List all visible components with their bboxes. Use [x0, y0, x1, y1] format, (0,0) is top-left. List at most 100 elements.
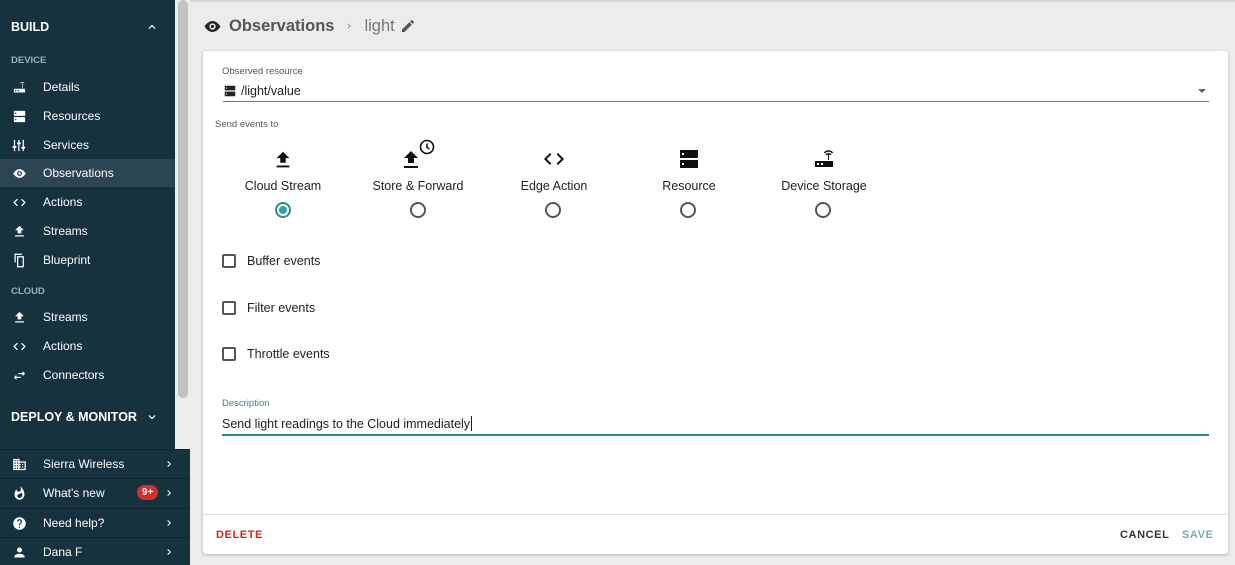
upload-icon: [11, 309, 27, 325]
filter-events-checkbox[interactable]: [222, 301, 236, 315]
sidebar-scrollbar-thumb[interactable]: [178, 0, 188, 398]
sidebar-item-label: Sierra Wireless: [43, 457, 125, 471]
deploy-section-label: DEPLOY & MONITOR: [11, 410, 137, 424]
sidebar-item-label: Streams: [43, 310, 88, 324]
description-value: Send light readings to the Cloud immedia…: [222, 416, 471, 431]
sidebar-item-details[interactable]: Details: [0, 73, 175, 101]
chevron-up-icon: [148, 24, 156, 29]
sidebar-item-services[interactable]: Services: [0, 131, 175, 159]
radio-store-forward[interactable]: [410, 202, 426, 218]
observed-resource-label: Observed resource: [222, 66, 303, 77]
device-group-label: DEVICE: [11, 55, 47, 66]
chevron-right-icon: [167, 490, 171, 496]
chevron-down-icon: [148, 415, 156, 420]
person-icon: [11, 544, 27, 560]
build-section-header[interactable]: BUILD: [0, 12, 175, 42]
code-icon: [11, 194, 27, 210]
breadcrumb-item: light: [364, 16, 395, 35]
building-icon: [11, 456, 27, 472]
destination-label: Device Storage: [781, 179, 867, 193]
observed-resource-value: /light/value: [241, 84, 301, 98]
router-icon: [815, 150, 834, 167]
radio-device-storage[interactable]: [815, 202, 831, 218]
code-icon: [544, 153, 564, 165]
router-icon: [11, 79, 27, 95]
server-icon: [224, 85, 236, 97]
sidebar-item-blueprint[interactable]: Blueprint: [0, 246, 175, 274]
sidebar-item-label: Actions: [43, 195, 83, 209]
checkbox-label: Throttle events: [247, 347, 330, 361]
sidebar-item-help[interactable]: Need help?: [0, 508, 190, 537]
radio-resource[interactable]: [680, 202, 696, 218]
dropdown-arrow-icon: [1198, 89, 1206, 93]
chevron-right-icon: [167, 549, 171, 555]
eye-icon: [204, 20, 221, 32]
sidebar-item-cloud-streams[interactable]: Streams: [0, 303, 175, 331]
buffer-events-row[interactable]: Buffer events: [222, 254, 320, 268]
sidebar-item-label: Observations: [43, 166, 114, 180]
upload-icon: [276, 151, 290, 168]
description-label: Description: [222, 398, 270, 409]
text-caret: [471, 416, 473, 431]
destination-edge-action[interactable]: Edge Action: [484, 141, 624, 193]
deploy-section-header[interactable]: DEPLOY & MONITOR: [0, 402, 175, 432]
sidebar-item-resources[interactable]: Resources: [0, 102, 175, 130]
sidebar-item-label: Connectors: [43, 368, 105, 382]
help-icon: [11, 515, 27, 531]
breadcrumb: Observations light: [203, 14, 416, 38]
destination-device-storage[interactable]: Device Storage: [754, 141, 894, 193]
delete-button[interactable]: DELETE: [216, 529, 263, 541]
throttle-events-checkbox[interactable]: [222, 347, 236, 361]
buffer-events-checkbox[interactable]: [222, 254, 236, 268]
destination-cloud-stream[interactable]: Cloud Stream: [213, 141, 353, 193]
destination-label: Cloud Stream: [244, 179, 322, 193]
server-icon: [680, 150, 698, 168]
destination-label: Resource: [662, 179, 716, 193]
chevron-right-icon: [348, 23, 352, 29]
pencil-icon[interactable]: [400, 18, 416, 34]
sidebar-item-label: Dana F: [43, 545, 83, 559]
sidebar-item-label: Actions: [43, 339, 83, 353]
notification-badge: 9+: [137, 485, 159, 500]
upload-icon: [11, 223, 27, 239]
sidebar-item-cloud-actions[interactable]: Actions: [0, 332, 175, 360]
sidebar-item-whats-new[interactable]: What's new 9+: [0, 478, 190, 507]
sidebar-item-label: Need help?: [43, 516, 105, 530]
eye-icon: [11, 165, 27, 181]
sidebar-item-observations[interactable]: Observations: [0, 159, 175, 187]
sidebar-item-label: Blueprint: [43, 253, 91, 267]
destination-label: Store & Forward: [372, 179, 464, 193]
destination-store-forward[interactable]: Store & Forward: [348, 139, 488, 193]
checkbox-label: Buffer events: [247, 254, 321, 268]
sidebar-item-label: Streams: [43, 224, 88, 238]
sidebar-item-organization[interactable]: Sierra Wireless: [0, 449, 190, 478]
destination-resource[interactable]: Resource: [619, 141, 759, 193]
cloud-group-label: CLOUD: [11, 286, 45, 297]
chevron-right-icon: [167, 461, 171, 467]
checkbox-label: Filter events: [247, 301, 316, 315]
build-section-label: BUILD: [11, 20, 50, 34]
code-icon: [11, 338, 27, 354]
sidebar-item-user[interactable]: Dana F: [0, 537, 190, 565]
sidebar-item-connectors[interactable]: Connectors: [0, 361, 175, 389]
sidebar-item-label: What's new: [43, 486, 105, 500]
filter-events-row[interactable]: Filter events: [222, 301, 315, 315]
observed-resource-select[interactable]: /light/value: [223, 81, 1209, 102]
description-input[interactable]: Send light readings to the Cloud immedia…: [222, 413, 1209, 436]
sidebar-item-actions[interactable]: Actions: [0, 188, 175, 216]
save-button[interactable]: SAVE: [1182, 529, 1214, 541]
breadcrumb-section[interactable]: Observations: [229, 17, 334, 36]
sidebar-item-streams[interactable]: Streams: [0, 217, 175, 245]
form-footer: DELETE CANCEL SAVE: [203, 514, 1228, 554]
radio-cloud-stream[interactable]: [275, 202, 291, 218]
cancel-button[interactable]: CANCEL: [1120, 529, 1169, 541]
chevron-right-icon: [167, 520, 171, 526]
sidebar-item-label: Details: [43, 80, 80, 94]
throttle-events-row[interactable]: Throttle events: [222, 347, 330, 361]
radio-edge-action[interactable]: [545, 202, 561, 218]
sidebar-item-label: Services: [43, 138, 90, 152]
upload-clock-icon: [404, 139, 435, 168]
top-divider: [190, 0, 1235, 2]
observation-form-card: Observed resource /light/value Send even…: [203, 51, 1228, 554]
server-icon: [11, 108, 27, 124]
